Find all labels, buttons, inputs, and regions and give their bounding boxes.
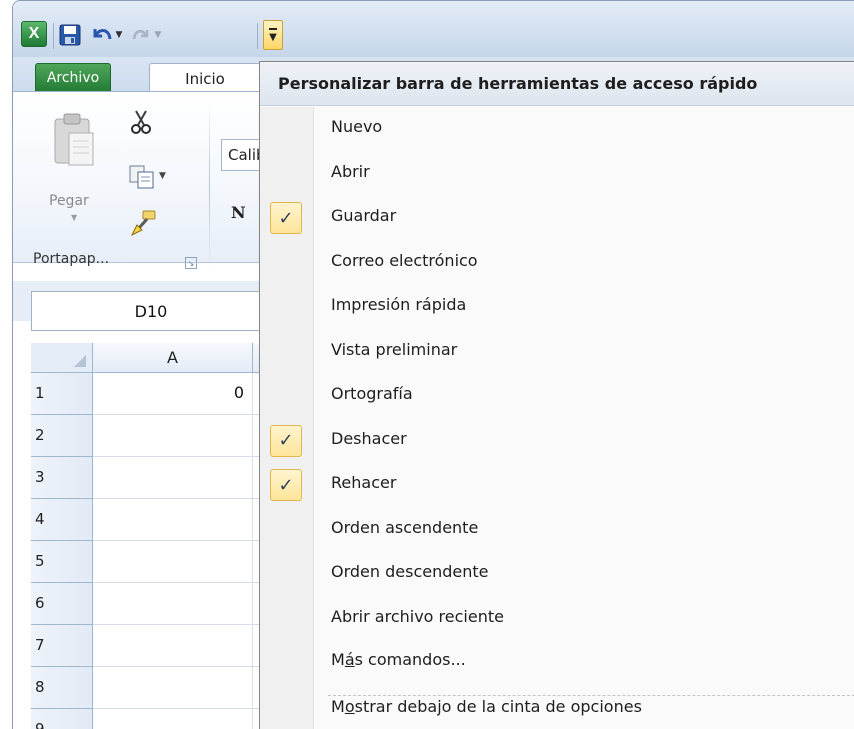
qat-separator <box>257 23 258 49</box>
copy-icon[interactable] <box>129 165 155 189</box>
qat-separator <box>53 23 54 49</box>
cell-a9[interactable] <box>93 709 253 729</box>
menu-item-nuevo[interactable]: Nuevo <box>260 107 854 151</box>
menu-item-label: Orden ascendente <box>331 517 479 537</box>
cell-a8[interactable] <box>93 667 253 709</box>
spreadsheet-grid: A 1023456789 <box>31 343 293 729</box>
menu-item-ortografia[interactable]: Ortografía <box>260 374 854 418</box>
menu-item-guardar[interactable]: ✓ Guardar <box>260 196 854 240</box>
select-all-corner[interactable] <box>31 343 93 373</box>
row-header[interactable]: 3 <box>31 457 93 499</box>
cell-a2[interactable] <box>93 415 253 457</box>
title-bar: X ▼ ▼ ▼ <box>13 1 854 57</box>
paste-dropdown-icon[interactable]: ▼ <box>71 213 77 222</box>
menu-item-label: Vista preliminar <box>331 339 458 359</box>
copy-dropdown-icon[interactable]: ▼ <box>159 171 166 181</box>
undo-dropdown-icon[interactable]: ▼ <box>113 23 125 47</box>
tab-file[interactable]: Archivo <box>35 63 111 92</box>
menu-item-orden-ascendente[interactable]: Orden ascendente <box>260 508 854 552</box>
row-header[interactable]: 8 <box>31 667 93 709</box>
table-row: 8 <box>31 667 293 709</box>
menu-item-vista-preliminar[interactable]: Vista preliminar <box>260 330 854 374</box>
menu-item-rehacer[interactable]: ✓ Rehacer <box>260 463 854 507</box>
row-header[interactable]: 1 <box>31 373 93 415</box>
menu-item-orden-descendente[interactable]: Orden descendente <box>260 552 854 596</box>
chevron-down-icon: ▼ <box>269 31 277 43</box>
menu-item-label: Correo electrónico <box>331 250 478 270</box>
row-header[interactable]: 2 <box>31 415 93 457</box>
menu-item-label: Abrir archivo reciente <box>331 606 504 626</box>
menu-item-abrir-archivo-reciente[interactable]: Abrir archivo reciente <box>260 597 854 641</box>
menu-item-label: Guardar <box>331 206 397 225</box>
save-icon[interactable] <box>59 23 81 47</box>
table-row: 10 <box>31 373 293 415</box>
table-row: 3 <box>31 457 293 499</box>
menu-item-abrir[interactable]: Abrir <box>260 152 854 196</box>
row-header[interactable]: 6 <box>31 583 93 625</box>
menu-item-label: Nuevo <box>331 117 383 136</box>
menu-item-label: Más comandos... <box>331 650 466 669</box>
menu-item-label: Ortografía <box>331 384 413 403</box>
table-row: 4 <box>31 499 293 541</box>
row-header[interactable]: 4 <box>31 499 93 541</box>
group-divider <box>209 101 210 271</box>
menu-item-label: Abrir <box>331 161 370 181</box>
cell-a5[interactable] <box>93 541 253 583</box>
customize-qat-icon[interactable]: ▼ <box>263 20 283 50</box>
excel-logo-icon[interactable]: X <box>21 21 47 47</box>
tab-home[interactable]: Inicio <box>149 63 261 93</box>
scissors-icon[interactable] <box>129 109 153 135</box>
menu-item-correo-electronico[interactable]: Correo electrónico <box>260 241 854 285</box>
customize-qat-menu: Personalizar barra de herramientas de ac… <box>259 61 854 729</box>
format-painter-icon[interactable] <box>129 209 159 237</box>
menu-item-label: Orden descendente <box>331 562 489 581</box>
redo-icon[interactable] <box>131 23 151 47</box>
menu-item-show-below-ribbon[interactable]: Mostrar debajo de la cinta de opciones <box>260 687 854 729</box>
clipboard-group-label: Portapap... <box>33 251 110 267</box>
customize-bar <box>269 27 277 30</box>
menu-item-label: Impresión rápida <box>331 295 467 314</box>
menu-item-label: Mostrar debajo de la cinta de opciones <box>331 697 642 716</box>
row-header[interactable]: 7 <box>31 625 93 667</box>
redo-dropdown-icon[interactable]: ▼ <box>152 23 164 47</box>
table-row: 6 <box>31 583 293 625</box>
dialog-launcher-icon[interactable]: ↘ <box>185 257 197 269</box>
check-icon: ✓ <box>270 469 302 501</box>
table-row: 2 <box>31 415 293 457</box>
check-icon: ✓ <box>270 424 302 457</box>
menu-item-deshacer[interactable]: ✓ Deshacer <box>260 419 854 463</box>
row-header[interactable]: 9 <box>31 709 93 729</box>
menu-item-more-commands[interactable]: Más comandos... <box>260 640 854 684</box>
paste-button-label[interactable]: Pegar <box>49 193 89 209</box>
bold-button[interactable]: N <box>231 203 246 222</box>
menu-item-label: Rehacer <box>331 473 397 492</box>
menu-item-label: Deshacer <box>331 428 407 448</box>
corner-triangle-icon <box>74 355 86 367</box>
menu-item-impresion-rapida[interactable]: Impresión rápida <box>260 285 854 329</box>
name-box[interactable]: D10 <box>31 291 271 331</box>
cell-a7[interactable] <box>93 625 253 667</box>
table-row: 5 <box>31 541 293 583</box>
table-row: 7 <box>31 625 293 667</box>
cell-a3[interactable] <box>93 457 253 499</box>
column-header-a[interactable]: A <box>93 343 253 373</box>
cell-a1[interactable]: 0 <box>93 373 253 415</box>
table-row: 9 <box>31 709 293 729</box>
cell-a4[interactable] <box>93 499 253 541</box>
undo-icon[interactable] <box>91 23 113 47</box>
paste-icon[interactable] <box>53 111 95 166</box>
check-icon: ✓ <box>270 202 302 234</box>
menu-title: Personalizar barra de herramientas de ac… <box>260 62 854 106</box>
cell-a6[interactable] <box>93 583 253 625</box>
row-header[interactable]: 5 <box>31 541 93 583</box>
